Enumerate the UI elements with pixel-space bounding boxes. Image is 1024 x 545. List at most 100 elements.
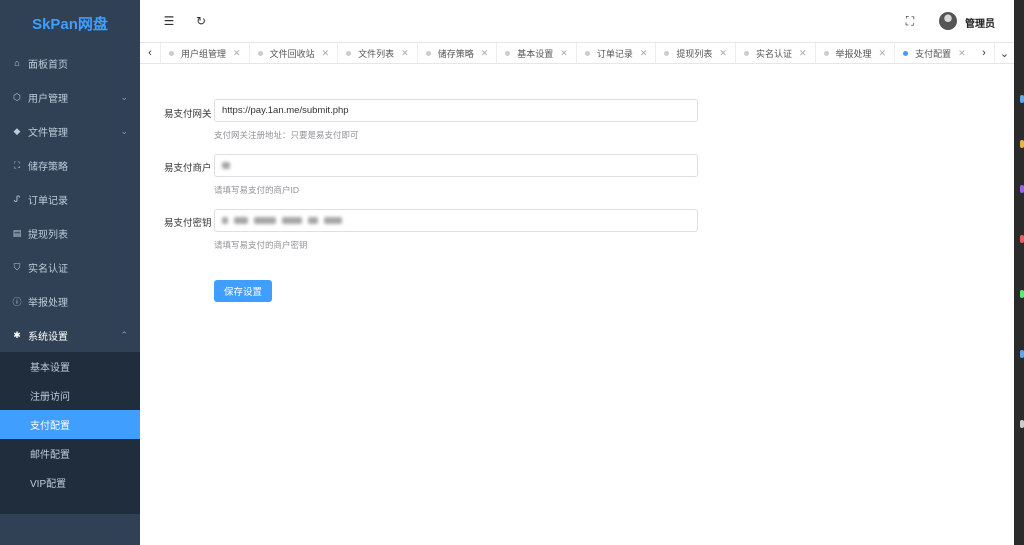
close-icon[interactable]: ✕ <box>719 48 727 59</box>
sidebar-item-withdrawals[interactable]: ▤ 提现列表 <box>0 216 140 250</box>
sidebar-item-label: 文件管理 <box>28 127 68 139</box>
home-icon: ⌂ <box>14 58 20 68</box>
tab-withdrawals[interactable]: 提现列表 ✕ <box>655 43 735 63</box>
sidebar-item-label: 面板首页 <box>28 59 68 71</box>
dock-icon <box>1020 420 1024 428</box>
chevron-down-icon: ⌄ <box>120 125 128 136</box>
sidebar-item-orders[interactable]: ᔑ 订单记录 <box>0 182 140 216</box>
tab-dot <box>823 50 829 56</box>
tab-label: 储存策略 <box>437 48 474 59</box>
tab-label: 用户组管理 <box>181 48 227 59</box>
secret-hint: 请填写易支付的商户密钥 <box>214 240 308 250</box>
sidebar-item-storage[interactable]: ⛶ 储存策略 <box>0 148 140 182</box>
tabs-scroll-left-icon[interactable]: ‹ <box>140 43 160 63</box>
tab-file-list[interactable]: 文件列表 ✕ <box>337 43 417 63</box>
sidebar-subitem-vip[interactable]: VIP配置 <box>0 468 140 497</box>
merchant-label: 易支付商户 <box>164 163 212 174</box>
sidebar-subitem-payment[interactable]: 支付配置 <box>0 410 140 439</box>
masked-value <box>308 217 318 224</box>
list-icon: ▤ <box>12 227 22 238</box>
tab-label: 基本设置 <box>517 48 554 59</box>
close-icon[interactable]: ✕ <box>640 48 648 59</box>
tab-label: 文件回收站 <box>269 48 315 59</box>
tab-dot <box>903 50 909 56</box>
app-logo[interactable]: SkPan网盘 <box>0 0 140 46</box>
sidebar-item-files[interactable]: ◆ 文件管理 ⌄ <box>0 114 140 148</box>
close-icon[interactable]: ✕ <box>879 48 887 59</box>
close-icon[interactable]: ✕ <box>401 48 409 59</box>
sidebar-subitem-mail[interactable]: 邮件配置 <box>0 439 140 468</box>
close-icon[interactable]: ✕ <box>958 48 966 59</box>
tab-dot <box>257 50 263 56</box>
tab-basic-settings[interactable]: 基本设置 ✕ <box>496 43 576 63</box>
tab-dot <box>505 50 511 56</box>
sidebar-item-dashboard[interactable]: ⌂ 面板首页 <box>0 46 140 80</box>
sidebar-subitem-register[interactable]: 注册访问 <box>0 381 140 410</box>
tab-dot <box>169 50 174 56</box>
tab-dot <box>664 50 670 56</box>
tab-reports[interactable]: 举报处理 ✕ <box>814 43 895 63</box>
masked-value <box>324 217 342 224</box>
close-icon[interactable]: ✕ <box>481 48 489 59</box>
close-icon[interactable]: ✕ <box>560 48 568 59</box>
tab-dot <box>743 50 749 56</box>
menu-fold-icon[interactable]: ☰ <box>162 14 176 28</box>
merchant-hint: 请填写易支付的商户ID <box>214 185 300 195</box>
user-icon: ⬡ <box>13 91 21 102</box>
close-icon[interactable]: ✕ <box>322 48 330 59</box>
sidebar-item-label: 提现列表 <box>28 229 68 241</box>
submenu-spacer <box>0 497 140 514</box>
settings-submenu: 基本设置 注册访问 支付配置 邮件配置 VIP配置 <box>0 352 140 514</box>
tab-dot <box>425 50 431 56</box>
tab-dot <box>584 50 590 56</box>
sidebar-item-label: 储存策略 <box>28 161 68 173</box>
sidebar-item-users[interactable]: ⬡ 用户管理 ⌄ <box>0 80 140 114</box>
refresh-icon[interactable]: ↻ <box>194 14 208 28</box>
masked-value <box>254 217 276 224</box>
merchant-input[interactable] <box>214 154 698 177</box>
sidebar-subitem-basic[interactable]: 基本设置 <box>0 352 140 381</box>
tabs-scroll-right-icon[interactable]: › <box>974 43 994 63</box>
tab-recycle-bin[interactable]: 文件回收站 ✕ <box>248 43 338 63</box>
chevron-down-icon: ⌄ <box>120 91 128 102</box>
tab-orders[interactable]: 订单记录 ✕ <box>575 43 656 63</box>
avatar[interactable] <box>939 12 957 30</box>
secret-label: 易支付密钥 <box>164 218 212 229</box>
user-name[interactable]: 管理员 <box>965 15 995 30</box>
masked-value <box>222 217 228 224</box>
desktop-edge <box>1014 0 1024 545</box>
sidebar-item-label: 实名认证 <box>28 263 68 275</box>
tabs-bar: ‹ 用户组管理 ✕ 文件回收站 ✕ 文件列表 ✕ 储存策略 ✕ 基本设置 ✕ 订单记录 ✕ … <box>140 42 1014 64</box>
tab-label: 举报处理 <box>835 48 872 59</box>
tab-label: 实名认证 <box>755 48 792 59</box>
sidebar-item-label: 系统设置 <box>28 331 68 343</box>
storage-icon: ⛶ <box>13 159 21 170</box>
gateway-input[interactable]: https://pay.1an.me/submit.php <box>214 99 698 122</box>
sidebar-item-reports[interactable]: ⓘ 举报处理 <box>0 284 140 318</box>
dock-icon <box>1020 235 1024 243</box>
masked-value <box>234 217 248 224</box>
save-button[interactable]: 保存设置 <box>214 280 272 302</box>
dock-icon <box>1020 140 1024 148</box>
tab-label: 提现列表 <box>676 48 713 59</box>
fullscreen-icon[interactable]: ⛶ <box>903 14 917 28</box>
close-icon[interactable]: ✕ <box>233 48 241 59</box>
tab-storage[interactable]: 储存策略 ✕ <box>416 43 497 63</box>
report-icon: ⓘ <box>12 296 22 307</box>
tab-payment-config[interactable]: 支付配置 ✕ <box>894 43 974 63</box>
masked-value <box>282 217 302 224</box>
close-icon[interactable]: ✕ <box>799 48 807 59</box>
sidebar-item-label: 举报处理 <box>28 297 68 309</box>
sidebar-item-verification[interactable]: ⛉ 实名认证 <box>0 250 140 284</box>
tab-verification[interactable]: 实名认证 ✕ <box>734 43 815 63</box>
app-root: SkPan网盘 ⌂ 面板首页 ⬡ 用户管理 ⌄ ◆ 文件管理 ⌄ ⛶ 储存策略 … <box>0 0 1024 545</box>
folder-icon: ◆ <box>13 125 21 136</box>
tabs-dropdown-icon[interactable]: ⌄ <box>994 43 1014 63</box>
secret-input[interactable] <box>214 209 698 232</box>
sidebar-item-settings[interactable]: ✱ 系统设置 ⌃ <box>0 318 140 352</box>
order-icon: ᔑ <box>13 193 21 204</box>
tab-user-groups[interactable]: 用户组管理 ✕ <box>160 43 249 63</box>
dock-icon <box>1020 290 1024 298</box>
sidebar-item-label: 订单记录 <box>28 195 68 207</box>
top-header: ☰ ↻ ⛶ 管理员 <box>140 0 1014 42</box>
